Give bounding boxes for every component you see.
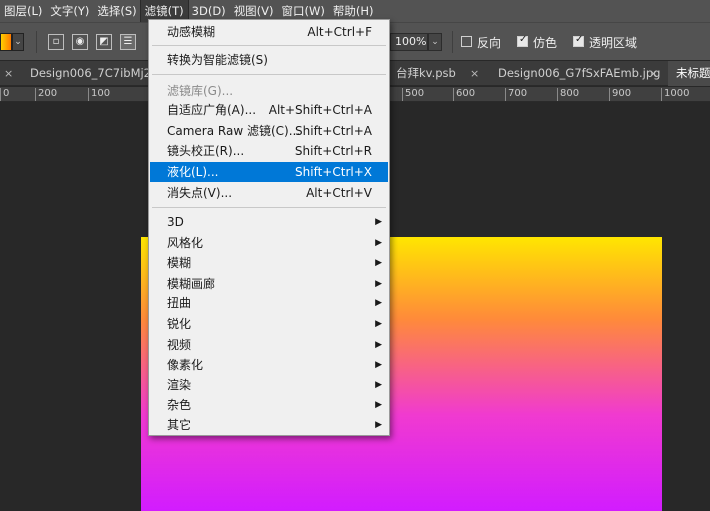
submenu-arrow-icon: ▶ — [375, 217, 382, 227]
menu-item-distort[interactable]: 扭曲 ▶ — [150, 293, 388, 313]
gradient-picker-swatch[interactable] — [0, 33, 12, 51]
submenu-arrow-icon: ▶ — [375, 258, 382, 268]
ruler-tick: 900 — [609, 88, 631, 101]
submenu-arrow-icon: ▶ — [375, 238, 382, 248]
separator — [452, 31, 453, 53]
menu-item-shortcut: Alt+Shift+Ctrl+A — [268, 103, 372, 117]
menu-item-blur-gallery[interactable]: 模糊画廊 ▶ — [150, 274, 388, 294]
menu-item-shortcut: Shift+Ctrl+X — [295, 165, 372, 179]
menu-separator — [152, 74, 386, 75]
separator — [36, 31, 37, 53]
menu-item-shortcut: Alt+Ctrl+F — [307, 25, 372, 39]
tab-close-button[interactable]: × — [4, 61, 13, 86]
transparency-label: 透明区域 — [589, 36, 638, 50]
menu-item-render[interactable]: 渲染 ▶ — [150, 375, 388, 395]
reflected-gradient-button[interactable]: ☰ — [120, 34, 136, 50]
angle-gradient-icon: ◩ — [99, 36, 109, 47]
menu-item-label: 消失点(V)... — [167, 186, 233, 200]
gradient-picker-dropdown[interactable]: ⌄ — [12, 33, 24, 51]
tab-design006-7c7[interactable]: Design006_7C7ibMj2Jt — [30, 61, 148, 86]
reverse-checkbox[interactable] — [461, 36, 472, 47]
dither-label: 仿色 — [533, 36, 558, 50]
menu-item-label: 镜头校正(R)... — [167, 144, 245, 158]
menu-item-label: 模糊画廊 — [167, 277, 216, 291]
menu-item-filter-gallery[interactable]: 滤镜库(G)... — [150, 81, 388, 101]
menu-item-label: Camera Raw 滤镜(C)... — [167, 124, 301, 138]
menu-item-shortcut: Alt+Ctrl+V — [306, 186, 372, 200]
submenu-arrow-icon: ▶ — [375, 279, 382, 289]
tab-kv-psb[interactable]: 台拜kv.psb — [396, 61, 456, 86]
menu-item-shortcut: Shift+Ctrl+R — [294, 144, 372, 158]
menu-item-stylize[interactable]: 风格化 ▶ — [150, 233, 388, 253]
menu-item-label: 转换为智能滤镜(S) — [167, 53, 268, 67]
menu-item-pixelate[interactable]: 像素化 ▶ — [150, 355, 388, 375]
opacity-dropdown[interactable]: ⌄ — [428, 33, 442, 51]
tab-untitled[interactable]: 未标题 — [668, 61, 710, 86]
menu-item-video[interactable]: 视频 ▶ — [150, 335, 388, 355]
reflected-gradient-icon: ☰ — [123, 36, 133, 47]
ruler-tick: 700 — [505, 88, 527, 101]
tab-design006-g7f[interactable]: Design006_G7fSxFAEmb.jpg — [498, 61, 660, 86]
radial-gradient-icon: ◉ — [75, 36, 85, 47]
menu-item-label: 锐化 — [167, 317, 192, 331]
menu-item-last-filter[interactable]: 动感模糊 Alt+Ctrl+F — [150, 22, 388, 42]
submenu-arrow-icon: ▶ — [375, 420, 382, 430]
menu-item-shortcut: Shift+Ctrl+A — [295, 124, 372, 138]
menu-separator — [152, 45, 386, 46]
menu-item-camera-raw[interactable]: Camera Raw 滤镜(C)... Shift+Ctrl+A — [150, 121, 388, 141]
linear-gradient-button[interactable]: ▫ — [48, 34, 64, 50]
ruler-tick: 800 — [557, 88, 579, 101]
opacity-input[interactable]: 100% — [390, 33, 428, 51]
menu-item-noise[interactable]: 杂色 ▶ — [150, 395, 388, 415]
menu-item-label: 液化(L)... — [167, 165, 219, 179]
submenu-arrow-icon: ▶ — [375, 380, 382, 390]
submenu-arrow-icon: ▶ — [375, 319, 382, 329]
menu-item-adaptive-wide-angle[interactable]: 自适应广角(A)... Alt+Shift+Ctrl+A — [150, 100, 388, 120]
menu-type[interactable]: 文字(Y) — [46, 0, 93, 22]
menu-item-label: 滤镜库(G)... — [167, 84, 234, 98]
menu-item-convert-smart-filter[interactable]: 转换为智能滤镜(S) — [150, 50, 388, 70]
menu-item-sharpen[interactable]: 锐化 ▶ — [150, 314, 388, 334]
tab-close-button[interactable]: × — [470, 61, 479, 86]
menu-item-label: 渲染 — [167, 378, 192, 392]
menu-item-label: 杂色 — [167, 398, 192, 412]
ruler-tick: 1000 — [661, 88, 689, 101]
menu-layer[interactable]: 图层(L) — [0, 0, 46, 22]
transparency-checkbox[interactable] — [573, 34, 584, 47]
tab-close-button[interactable]: × — [649, 61, 658, 86]
reverse-label: 反向 — [477, 36, 502, 50]
submenu-arrow-icon: ▶ — [375, 360, 382, 370]
menu-select[interactable]: 选择(S) — [93, 0, 140, 22]
menu-item-label: 自适应广角(A)... — [167, 103, 257, 117]
menu-item-other[interactable]: 其它 ▶ — [150, 415, 388, 435]
linear-gradient-icon: ▫ — [52, 36, 60, 47]
menu-item-label: 像素化 — [167, 358, 204, 372]
menu-item-label: 其它 — [167, 418, 192, 432]
menu-item-blur[interactable]: 模糊 ▶ — [150, 253, 388, 273]
submenu-arrow-icon: ▶ — [375, 400, 382, 410]
filter-menu: 动感模糊 Alt+Ctrl+F 转换为智能滤镜(S) 滤镜库(G)... 自适应… — [148, 19, 390, 436]
dither-checkbox[interactable] — [517, 34, 528, 47]
menu-item-lens-correction[interactable]: 镜头校正(R)... Shift+Ctrl+R — [150, 141, 388, 161]
menu-item-label: 视频 — [167, 338, 192, 352]
menu-item-label: 3D — [167, 215, 184, 229]
menu-item-label: 模糊 — [167, 256, 192, 270]
menu-item-liquify[interactable]: 液化(L)... Shift+Ctrl+X — [150, 162, 388, 182]
menu-item-label: 扭曲 — [167, 296, 192, 310]
menu-item-vanishing-point[interactable]: 消失点(V)... Alt+Ctrl+V — [150, 183, 388, 203]
menu-item-label: 风格化 — [167, 236, 204, 250]
ruler-tick: 200 — [35, 88, 57, 101]
radial-gradient-button[interactable]: ◉ — [72, 34, 88, 50]
ruler-tick: 100 — [88, 88, 110, 101]
ruler-tick: 600 — [453, 88, 475, 101]
ruler-tick: 0 — [0, 88, 9, 101]
menu-item-3d[interactable]: 3D ▶ — [150, 212, 388, 232]
menu-separator — [152, 207, 386, 208]
menu-item-label: 动感模糊 — [167, 25, 216, 39]
ruler-tick: 500 — [402, 88, 424, 101]
submenu-arrow-icon: ▶ — [375, 298, 382, 308]
submenu-arrow-icon: ▶ — [375, 340, 382, 350]
angle-gradient-button[interactable]: ◩ — [96, 34, 112, 50]
